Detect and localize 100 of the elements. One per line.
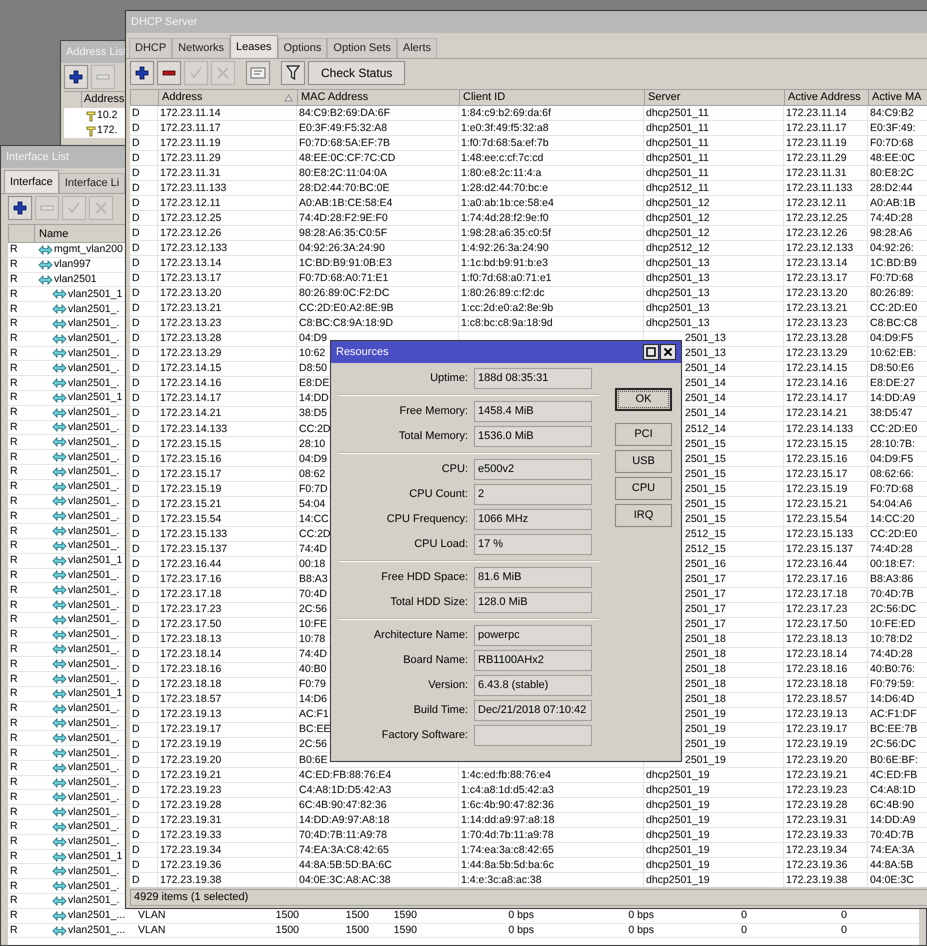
field-label: CPU:	[440, 462, 469, 477]
interface-name: vlan2501_.	[68, 582, 120, 598]
table-cell: 172.23.15.17	[160, 466, 222, 482]
table-cell-text: 0	[740, 923, 748, 938]
read-only-field[interactable]: 1458.4 MiB	[474, 401, 592, 422]
maximize-button[interactable]	[643, 344, 659, 360]
tab[interactable]: Options	[278, 38, 328, 58]
tab[interactable]: Networks	[172, 38, 230, 58]
table-cell: 10:FE	[299, 617, 328, 632]
read-only-field[interactable]: 17 %	[474, 534, 592, 555]
table-cell: D8:50	[299, 361, 328, 376]
column-header: Address	[162, 90, 202, 105]
table-cell: 172.23.18.18	[160, 677, 222, 692]
tab[interactable]: Interface	[4, 170, 59, 193]
table-cell: 54:04	[299, 496, 326, 512]
table-cell-text: R	[9, 508, 19, 524]
add-button[interactable]	[8, 196, 32, 220]
interface-icon	[52, 836, 67, 847]
table-cell-text: R	[9, 790, 19, 805]
table-cell: 2501_14	[685, 406, 726, 422]
table-cell: D	[130, 526, 158, 542]
table-cell: 1:c4:a8:1d:d5:42:a3	[461, 782, 554, 798]
field-label: CPU Count:	[408, 487, 469, 502]
add-button[interactable]	[130, 61, 154, 85]
table-cell: dhcp2501_13	[646, 286, 710, 302]
add-button[interactable]	[64, 65, 88, 89]
dialog-button[interactable]: CPU	[615, 477, 672, 500]
read-only-field[interactable]: 1066 MHz	[474, 509, 592, 530]
table-cell: 172.23.13.28	[160, 331, 222, 346]
dialog-button[interactable]: OK	[615, 388, 672, 411]
field-label: Board Name:	[402, 653, 469, 668]
tab[interactable]: Leases	[230, 35, 278, 58]
read-only-field[interactable]: 81.6 MiB	[474, 567, 592, 588]
table-cell: D	[130, 722, 158, 738]
read-only-field[interactable]: 2	[474, 484, 592, 505]
interface-icon	[52, 570, 67, 580]
read-only-field[interactable]: 1536.0 MiB	[474, 426, 592, 447]
remove-button[interactable]	[157, 61, 181, 85]
table-cell: D	[130, 647, 158, 662]
table-cell: D	[130, 256, 158, 271]
read-only-field[interactable]: 188d 08:35:31	[474, 368, 592, 389]
interface-name: vlan2501_.	[68, 790, 120, 805]
table-cell: 2501_18	[685, 647, 726, 662]
table-cell: 172.23.12.26	[786, 226, 848, 241]
interface-name: vlan2501_.	[68, 479, 120, 494]
table-cell: 04:D9:F5	[870, 452, 914, 467]
interface-icon	[52, 822, 67, 832]
tab[interactable]: Alerts	[396, 38, 438, 58]
note-icon	[250, 66, 266, 80]
table-cell: 14:D6	[299, 692, 328, 708]
table-cell: 2512_15	[685, 526, 726, 542]
interface-name: vlan2501_.	[68, 804, 120, 820]
table-cell: 172.23.11.14	[160, 106, 221, 121]
table-cell-text: R	[9, 243, 19, 258]
check-status-button[interactable]: Check Status	[308, 61, 406, 85]
interface-icon	[52, 792, 67, 802]
table-cell: 1:f0:7d:68:5a:ef:7b	[461, 136, 549, 151]
tab[interactable]: Interface Li	[58, 173, 126, 193]
dialog-button[interactable]: IRQ	[615, 504, 672, 527]
table-cell-text: R	[9, 272, 19, 287]
tab[interactable]: DHCP	[129, 38, 172, 58]
read-only-field[interactable]	[474, 725, 592, 746]
interface-icon	[52, 318, 67, 329]
table-cell: 2501_19	[685, 752, 726, 768]
table-cell: 172.23.16.44	[786, 556, 848, 572]
table-cell-text: R	[9, 819, 19, 834]
interface-name: vlan2501_.	[68, 494, 120, 509]
read-only-field[interactable]: RB1100AHx2	[474, 650, 592, 671]
dialog-button[interactable]: PCI	[615, 423, 672, 446]
comment-button[interactable]	[246, 61, 270, 85]
table-cell: 38:D5:47	[870, 406, 913, 422]
read-only-field[interactable]: e500v2	[474, 459, 592, 480]
table-cell: 172.23.11.14	[786, 106, 847, 121]
table-cell: 172.23.15.137	[160, 542, 228, 557]
close-button[interactable]	[660, 344, 676, 360]
table-cell: D	[130, 240, 158, 256]
table-cell: 14:D6:4D	[870, 692, 914, 708]
read-only-field[interactable]: 128.0 MiB	[474, 592, 592, 613]
add-icon	[69, 70, 83, 84]
read-only-field[interactable]: powerpc	[474, 625, 592, 646]
dialog-button[interactable]: USB	[615, 450, 672, 473]
table-cell: 172.23.14.16	[786, 376, 848, 392]
interface-icon	[52, 556, 67, 566]
interface-name: vlan2501_.	[68, 656, 120, 672]
table-cell-text: 1500	[344, 908, 370, 924]
table-cell-text: R	[9, 494, 19, 509]
table-cell: 172.23.11.19	[786, 136, 847, 151]
read-only-field[interactable]: Dec/21/2018 07:10:42	[474, 700, 592, 721]
tab[interactable]: Option Sets	[327, 38, 397, 58]
filter-button[interactable]	[281, 61, 305, 85]
table-cell: dhcp2501_13	[646, 271, 710, 286]
read-only-field[interactable]: 6.43.8 (stable)	[474, 675, 592, 696]
table-cell: 40:B0:76:	[870, 662, 915, 678]
table-cell: F0:7D:68	[870, 482, 914, 497]
interface-name: vlan2501_.	[68, 701, 120, 716]
table-cell: 172.23.11.31	[160, 166, 221, 181]
table-cell: D	[130, 752, 158, 768]
table-cell: CC:2D:E0	[870, 301, 918, 316]
table-cell: 172.23.14.16	[160, 376, 222, 392]
column-header: Server	[648, 90, 680, 105]
